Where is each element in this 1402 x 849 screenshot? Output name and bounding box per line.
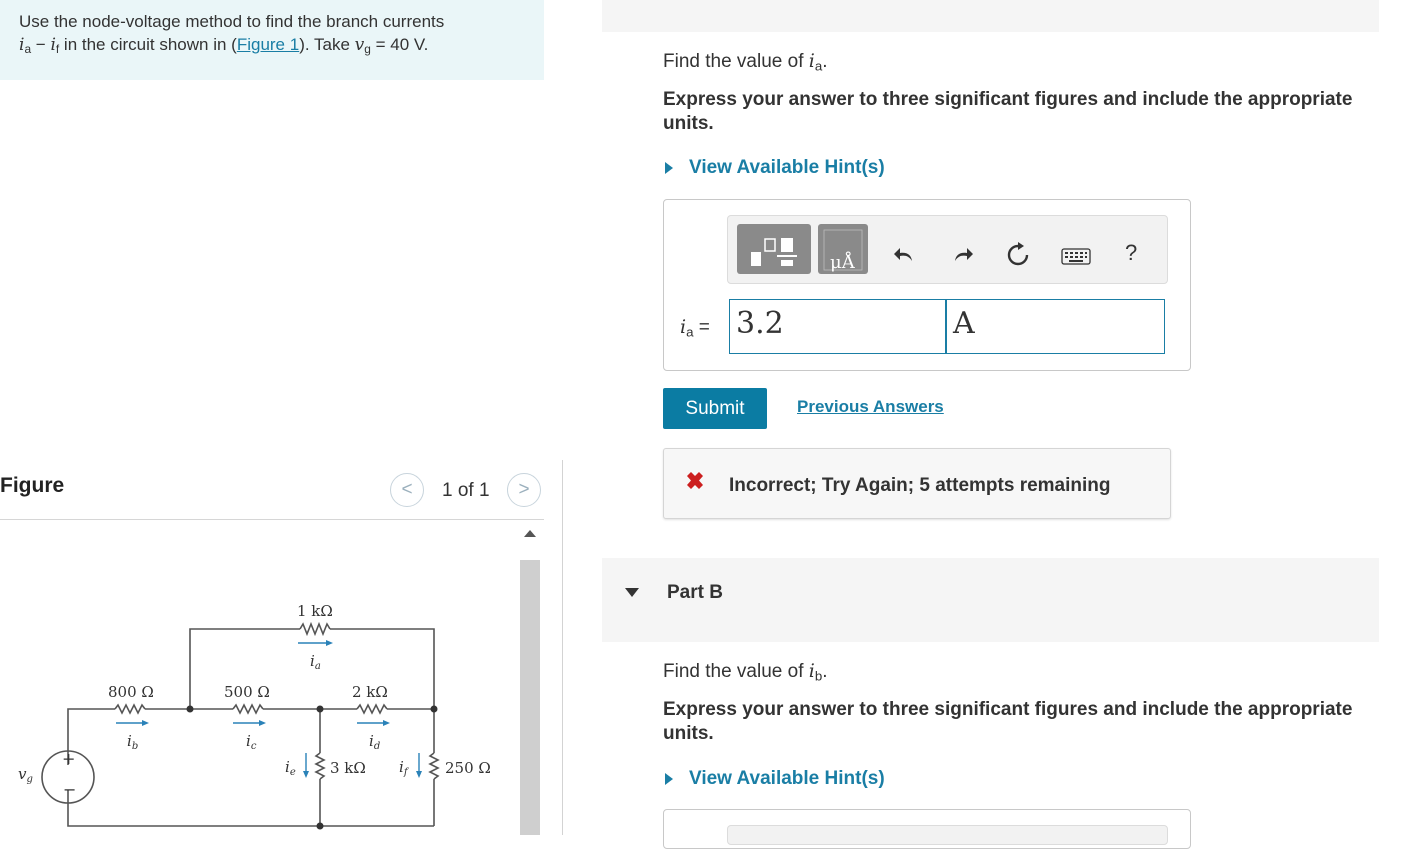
units-button[interactable]: μÅ — [818, 224, 868, 274]
undo-icon — [894, 248, 912, 261]
label-r-1k: 1 kΩ — [297, 602, 333, 620]
templates-button[interactable] — [737, 224, 811, 274]
chevron-right-icon: > — [518, 479, 530, 500]
node — [316, 705, 324, 713]
reset-button[interactable] — [1005, 242, 1031, 268]
units-icon: μÅ — [823, 229, 863, 273]
part-a-question: Find the value of ia. — [663, 50, 828, 74]
answer-value-input[interactable]: 3.2 — [729, 299, 946, 354]
label-if: if — [399, 758, 410, 778]
problem-statement-box: Use the node-voltage method to find the … — [0, 0, 544, 80]
answer-unit-input[interactable]: A — [946, 299, 1165, 354]
part-b-title: Part B — [667, 582, 723, 603]
label-r-500: 500 Ω — [224, 683, 270, 701]
redo-button[interactable] — [950, 242, 976, 268]
label-ia: ia — [310, 652, 321, 672]
label-minus: − — [63, 780, 76, 799]
circuit-diagram: 1 kΩ ia 800 Ω 500 Ω 2 kΩ ib ic id ie 3 k… — [18, 602, 491, 830]
figure-link[interactable]: Figure 1 — [237, 35, 299, 54]
resistor-250 — [428, 752, 440, 780]
undo-button[interactable] — [891, 242, 917, 268]
resistor-500 — [232, 703, 264, 715]
label-r-3k: 3 kΩ — [330, 759, 366, 777]
wire-bottom — [67, 790, 434, 827]
chevron-left-icon: < — [401, 479, 413, 500]
caret-right-icon — [665, 162, 673, 174]
keyboard-icon — [1061, 248, 1091, 265]
part-b-question: Find the value of ib. — [663, 660, 828, 684]
part-b-math-toolbar — [727, 825, 1168, 845]
part-b-instruction: Express your answer to three significant… — [663, 699, 1353, 744]
part-b-hint-toggle[interactable]: View Available Hint(s) — [663, 768, 885, 790]
help-button[interactable]: ? — [1125, 240, 1137, 266]
scroll-up-icon[interactable] — [524, 530, 536, 537]
figure-page-count: 1 of 1 — [442, 480, 490, 501]
resistor-800 — [114, 703, 146, 715]
label-ie: ie — [285, 758, 296, 778]
answer-label: ia = — [680, 316, 710, 340]
figure-scrollbar-thumb[interactable] — [520, 560, 540, 835]
label-id: id — [369, 732, 380, 752]
svg-text:μÅ: μÅ — [830, 251, 856, 273]
figure-prev-button[interactable]: < — [390, 473, 424, 507]
label-vg: vg — [18, 765, 33, 785]
resistor-1k — [299, 621, 331, 637]
figure-next-button[interactable]: > — [507, 473, 541, 507]
node — [316, 822, 324, 830]
label-r-250: 250 Ω — [445, 759, 491, 777]
feedback-text: Incorrect; Try Again; 5 attempts remaini… — [729, 475, 1111, 496]
keyboard-button[interactable] — [1061, 243, 1091, 269]
templates-icon — [751, 238, 797, 266]
label-plus: + — [62, 749, 75, 768]
submit-button[interactable]: Submit — [663, 388, 767, 429]
label-ic: ic — [246, 732, 257, 752]
label-r-800: 800 Ω — [108, 683, 154, 701]
reset-icon — [1007, 242, 1029, 266]
node — [186, 705, 194, 713]
redo-icon — [955, 248, 973, 261]
previous-answers-link[interactable]: Previous Answers — [797, 397, 944, 417]
panel-divider — [562, 460, 563, 835]
part-a-instruction: Express your answer to three significant… — [663, 89, 1353, 134]
label-r-2k: 2 kΩ — [352, 683, 388, 701]
resistor-2k — [356, 703, 388, 715]
question-icon: ? — [1125, 240, 1138, 265]
error-x-icon — [684, 471, 706, 498]
part-a-header-band — [602, 0, 1379, 32]
figure-title: Figure — [0, 474, 65, 497]
problem-text: Use the node-voltage method to find the … — [19, 12, 445, 56]
caret-right-icon — [665, 773, 673, 785]
resistor-3k — [314, 752, 326, 780]
node — [430, 705, 438, 713]
collapse-caret-icon[interactable] — [625, 588, 639, 597]
label-ib: ib — [127, 732, 138, 752]
part-a-hint-toggle[interactable]: View Available Hint(s) — [663, 157, 885, 179]
